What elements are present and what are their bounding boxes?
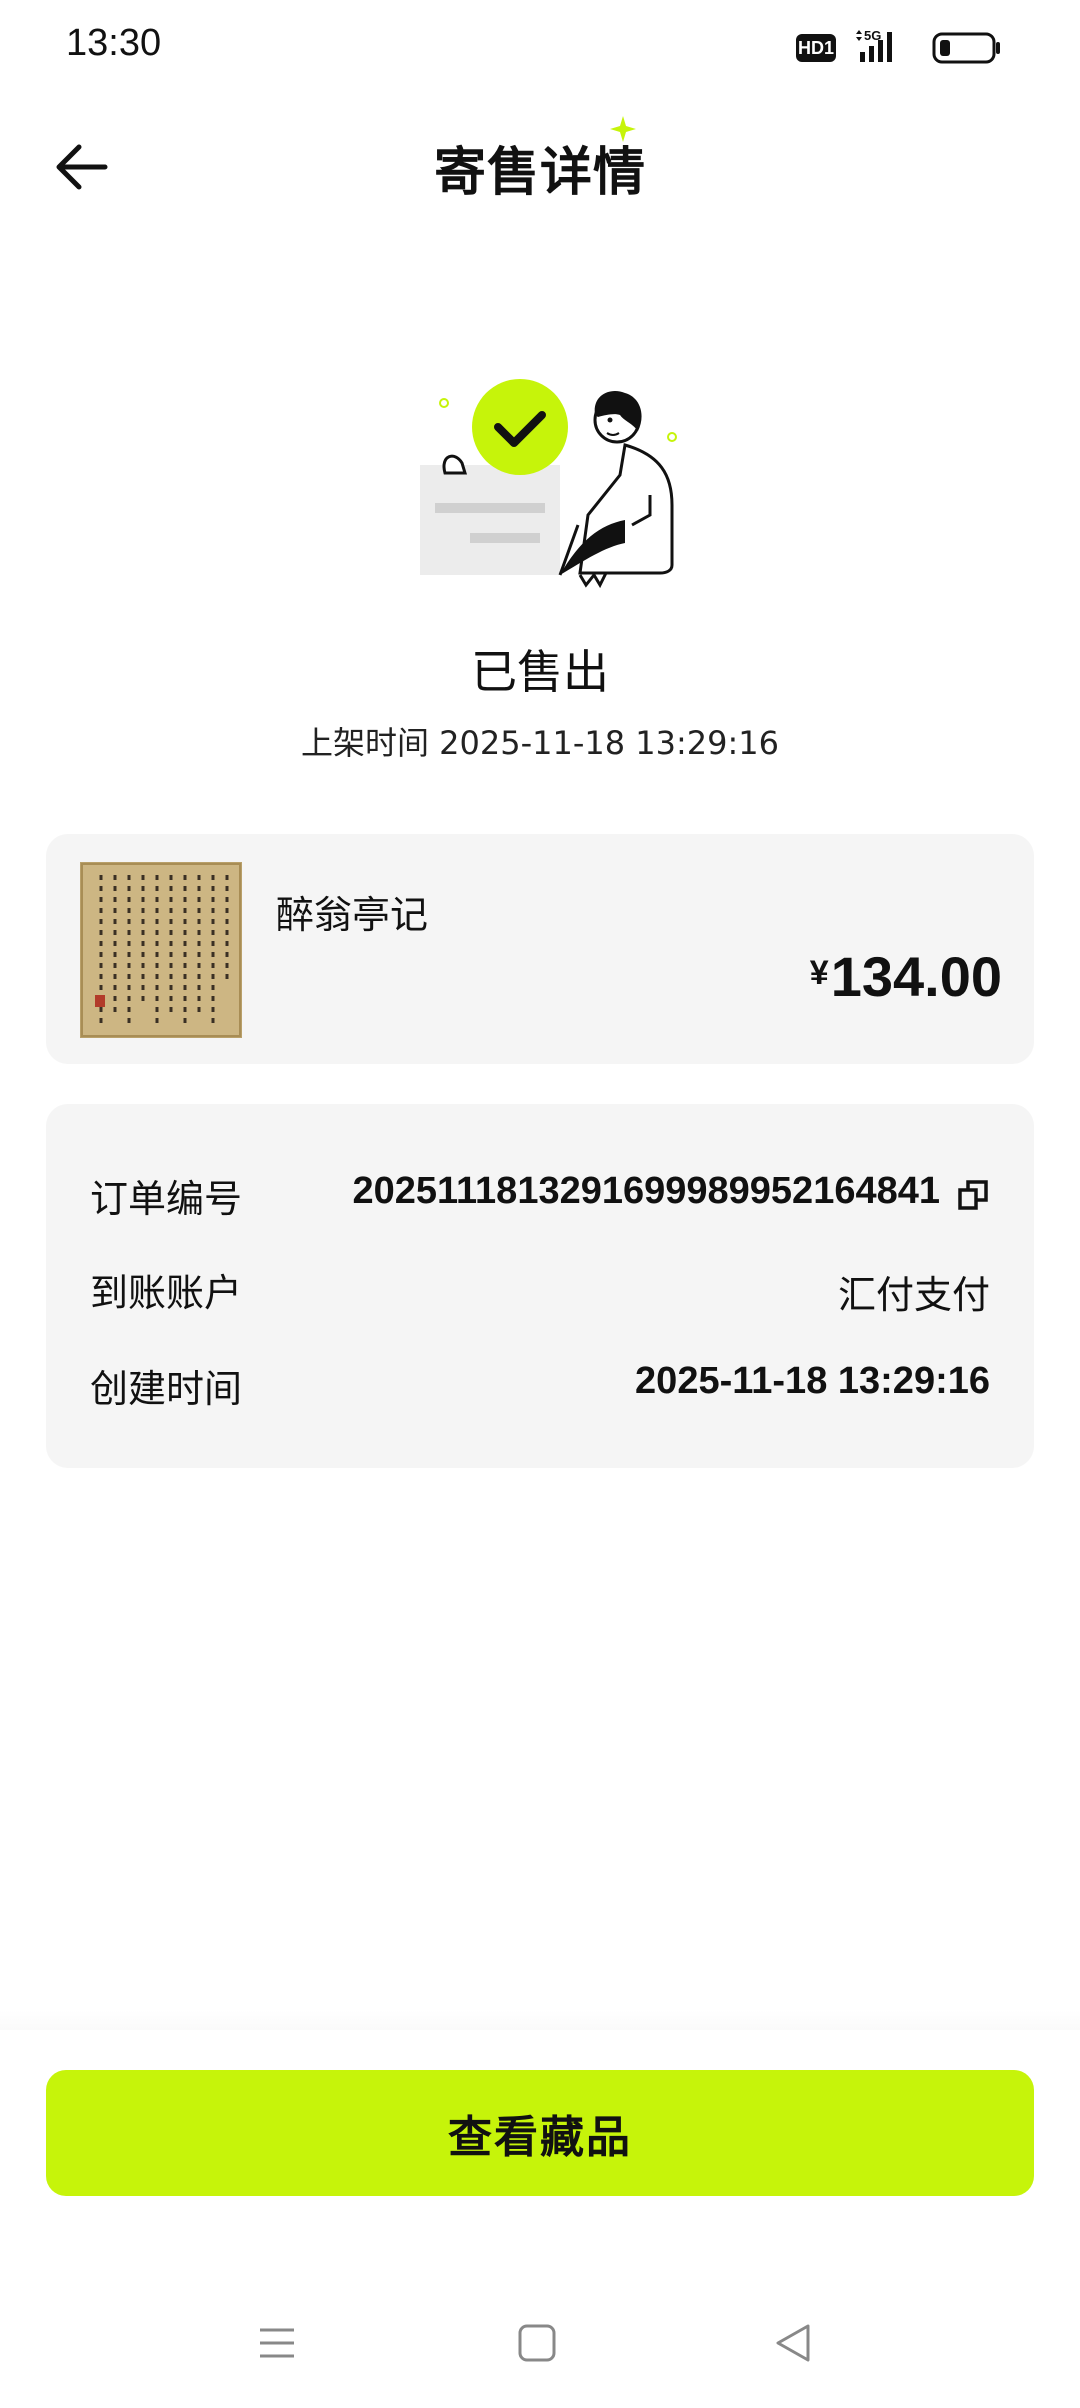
page-title: 寄售详情 xyxy=(433,116,646,209)
hd-icon: HD1 xyxy=(796,34,836,62)
sold-illustration xyxy=(420,379,677,589)
status-title: 已售出 xyxy=(471,645,609,699)
back-triangle-icon[interactable] xyxy=(768,2318,818,2368)
price-currency: ¥ xyxy=(809,954,829,992)
home-square-icon[interactable] xyxy=(512,2318,562,2368)
account-label: 到账账户 xyxy=(90,1271,243,1315)
menu-icon[interactable] xyxy=(252,2318,302,2368)
battery-icon xyxy=(932,32,1000,64)
order-number-value: 2025111813291699989952164841 xyxy=(352,1170,940,1212)
product-name: 醉翁亭记 xyxy=(276,893,429,937)
page-title-wrap: 寄售详情 xyxy=(0,116,1080,209)
status-time: 13:30 xyxy=(66,22,162,64)
bottom-divider xyxy=(0,2010,1080,2030)
signal-5g-icon: 5G xyxy=(856,28,892,62)
account-value: 汇付支付 xyxy=(837,1273,990,1317)
order-number-row: 订单编号 2025111813291699989952164841 xyxy=(90,1162,990,1222)
account-row: 到账账户 汇付支付 xyxy=(90,1256,990,1317)
order-number-label: 订单编号 xyxy=(90,1177,243,1221)
page-title-text: 寄售详情 xyxy=(433,143,646,203)
header: 寄售详情 xyxy=(0,110,1080,230)
product-thumbnail xyxy=(80,862,242,1038)
status-bar: 13:30 HD1 5G xyxy=(0,0,1080,100)
calligraphy-scroll-thumbnail xyxy=(81,863,241,1037)
listing-time: 上架时间 2025-11-18 13:29:16 xyxy=(300,724,780,762)
product-price: ¥134.00 xyxy=(810,944,1002,1009)
created-time-value: 2025-11-18 13:29:16 xyxy=(635,1360,990,1402)
product-card[interactable]: 醉翁亭记 ¥134.00 xyxy=(46,834,1034,1064)
system-nav-bar xyxy=(0,2300,1080,2380)
created-time-row: 创建时间 2025-11-18 13:29:16 xyxy=(90,1352,990,1412)
copy-icon[interactable] xyxy=(956,1178,990,1212)
status-icons: HD1 5G xyxy=(796,28,1002,68)
order-info-card: 订单编号 2025111813291699989952164841 到账账户 汇… xyxy=(46,1104,1034,1468)
view-collection-button[interactable]: 查看藏品 xyxy=(46,2070,1034,2196)
price-amount: 134.00 xyxy=(830,945,1002,1008)
sparkle-icon xyxy=(610,116,636,142)
created-time-label: 创建时间 xyxy=(90,1367,243,1411)
